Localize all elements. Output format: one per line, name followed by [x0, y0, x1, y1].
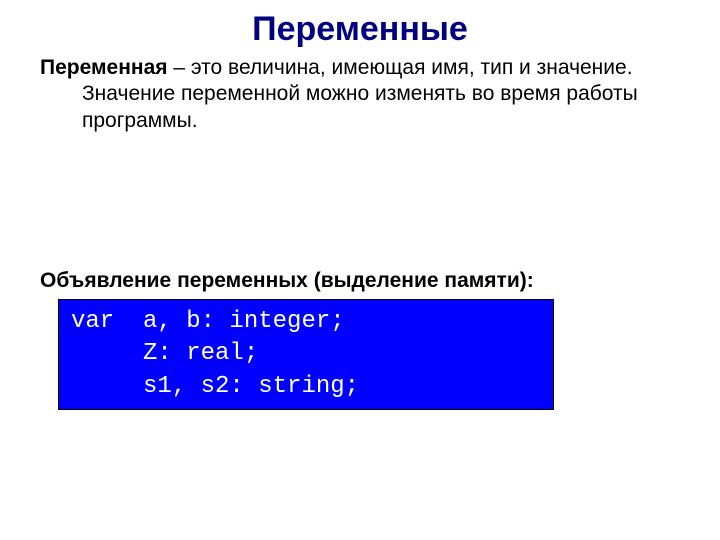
- code-line-3: s1, s2: string;: [71, 373, 359, 400]
- code-block: var a, b: integer; Z: real; s1, s2: stri…: [58, 299, 554, 410]
- page-title: Переменные: [40, 10, 680, 49]
- definition-paragraph: Переменная – это величина, имеющая имя, …: [40, 55, 680, 134]
- spacer: [40, 134, 680, 269]
- code-line-2: Z: real;: [71, 340, 258, 367]
- definition-term: Переменная: [40, 56, 168, 79]
- subheading: Объявление переменных (выделение памяти)…: [40, 269, 680, 293]
- code-line-1: var a, b: integer;: [71, 308, 345, 335]
- slide-container: Переменные Переменная – это величина, им…: [0, 0, 720, 410]
